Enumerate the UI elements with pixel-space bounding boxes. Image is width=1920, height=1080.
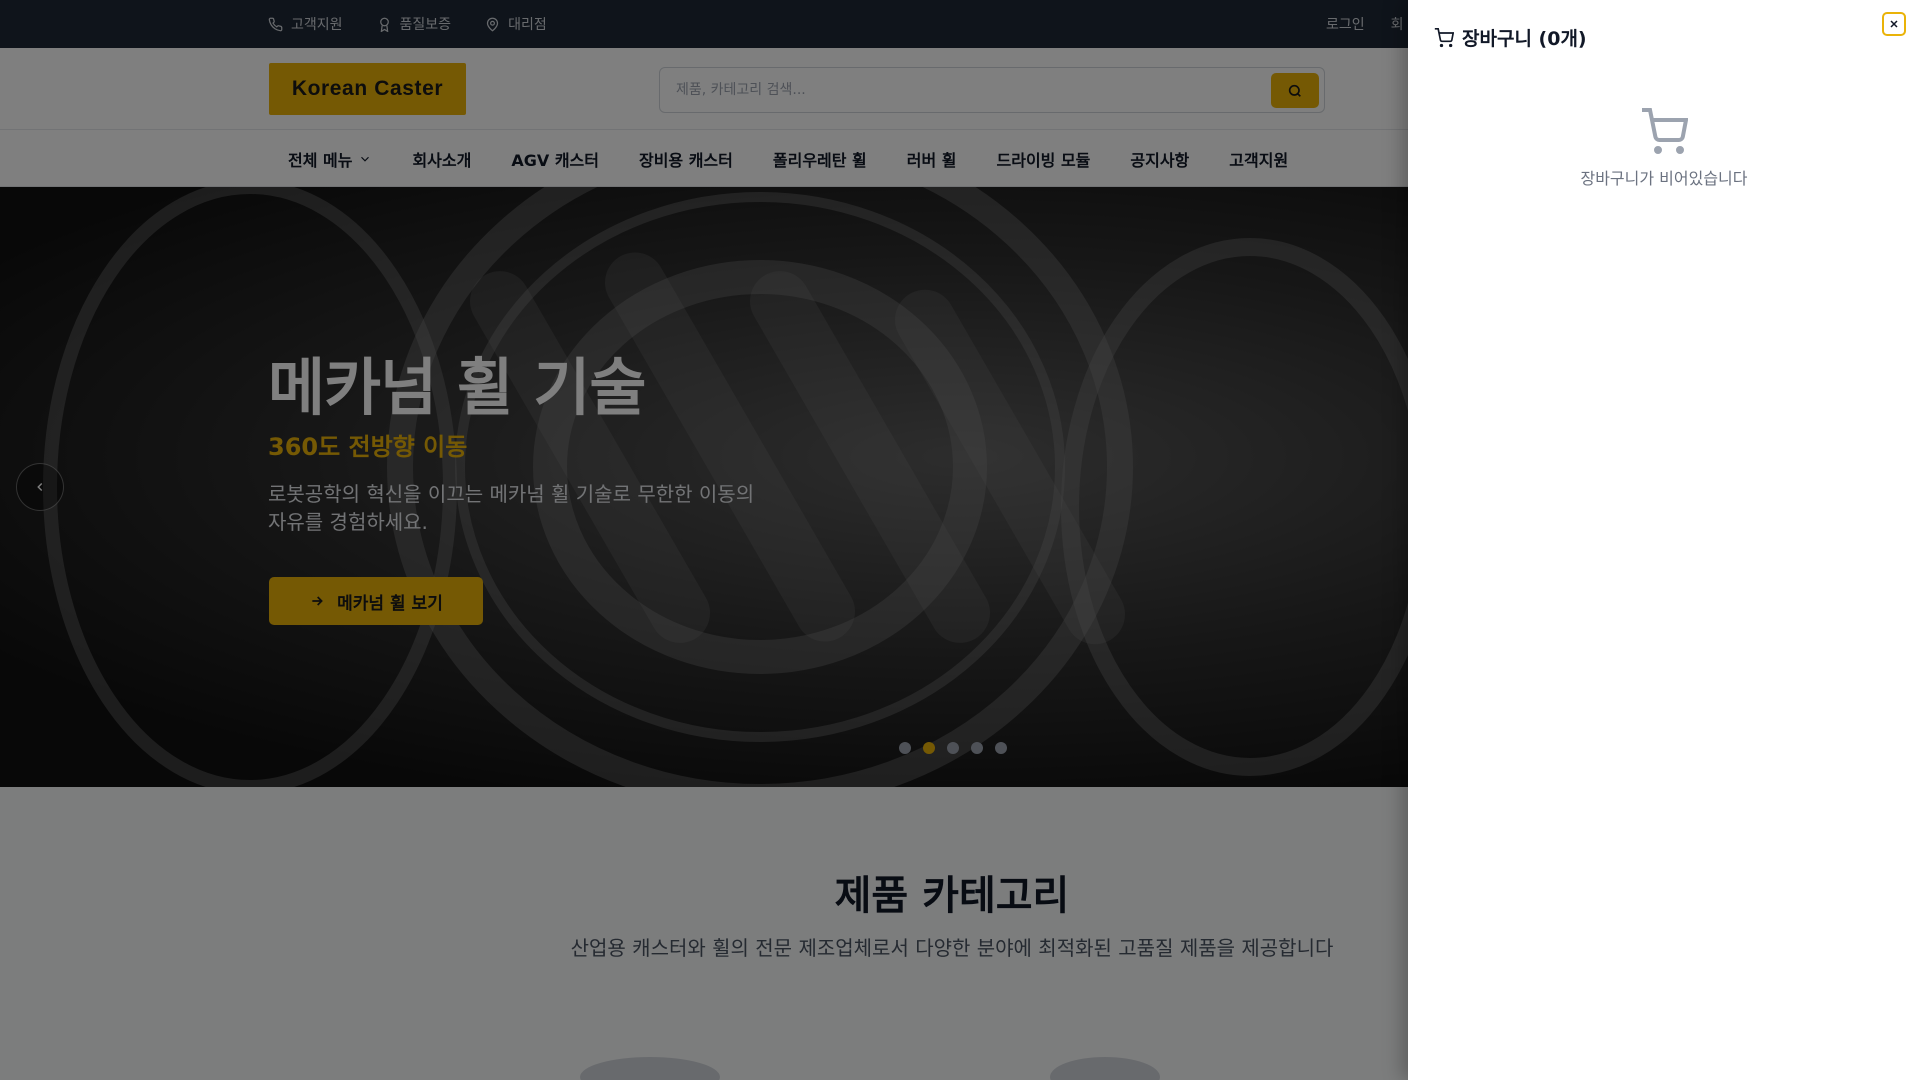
close-button[interactable] xyxy=(1882,12,1906,36)
cart-header: 장바구니 (0개) xyxy=(1434,24,1587,51)
empty-cart-icon xyxy=(1642,108,1688,154)
empty-cart-message: 장바구니가 비어있습니다 xyxy=(1580,169,1748,188)
cart-icon xyxy=(1434,27,1454,47)
cart-drawer: 장바구니 (0개) 장바구니가 비어있습니다 xyxy=(1408,0,1920,1080)
close-icon xyxy=(1890,20,1898,28)
cart-title: 장바구니 (0개) xyxy=(1462,28,1587,50)
